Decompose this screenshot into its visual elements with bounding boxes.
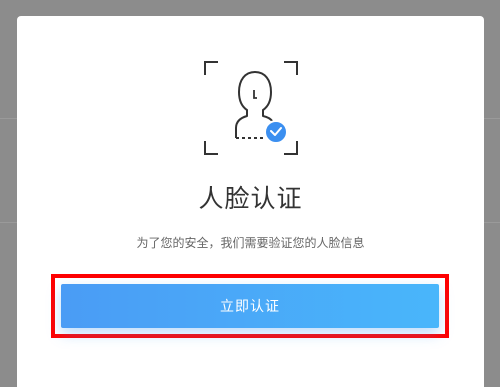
verify-now-button[interactable]: 立即认证 bbox=[61, 284, 439, 328]
dialog-subtitle: 为了您的安全，我们需要验证您的人脸信息 bbox=[136, 236, 365, 250]
face-scan-icon bbox=[204, 61, 298, 155]
check-badge-icon bbox=[264, 120, 288, 144]
dialog-title: 人脸认证 bbox=[198, 184, 303, 213]
face-verification-dialog: 人脸认证 为了您的安全，我们需要验证您的人脸信息 立即认证 bbox=[17, 16, 484, 387]
